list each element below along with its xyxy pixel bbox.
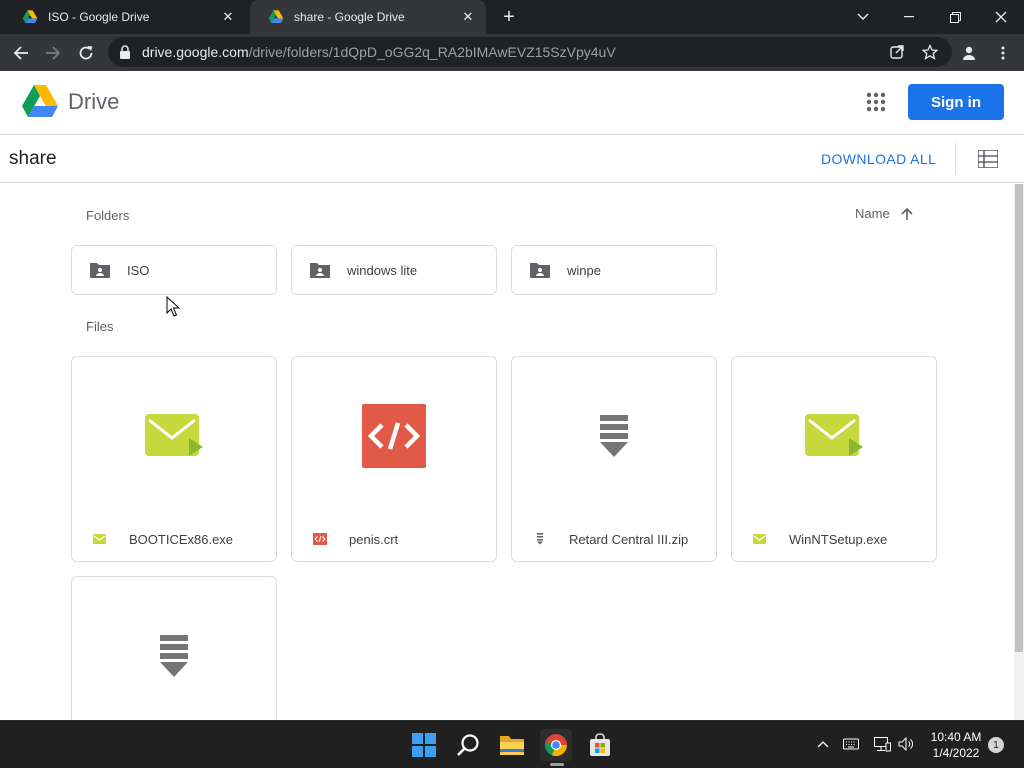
tab-share-google-drive[interactable]: share - Google Drive ✕ [250,0,486,34]
archive-file-icon [160,635,188,677]
google-drive-favicon-icon [22,10,38,23]
toolbar-divider [955,143,956,175]
tab-search-chevron-icon[interactable] [840,0,886,34]
file-name: penis.crt [349,531,399,547]
shared-folder-icon [310,263,330,278]
file-thumbnail [292,357,496,515]
tab-close-icon[interactable]: ✕ [220,9,236,25]
file-thumbnail [512,357,716,515]
file-card-penis-crt[interactable]: penis.crt [291,356,497,562]
minimize-icon[interactable] [886,0,932,34]
profile-icon[interactable] [956,40,982,66]
chrome-taskbar-icon[interactable] [540,729,572,761]
windows-start-icon[interactable] [408,729,440,761]
browser-toolbar: drive.google.com/drive/folders/1dQpD_oGG… [0,34,1024,71]
sign-in-button[interactable]: Sign in [908,84,1004,120]
url-host: drive.google.com [142,44,249,60]
scrollbar-thumb[interactable] [1015,184,1023,652]
file-name: WinNTSetup.exe [789,531,888,547]
windows-taskbar: 10:40 AM 1/4/2022 1 [0,720,1024,768]
file-meta: BOOTICEx86.exe [72,517,276,561]
file-thumbnail [72,577,276,720]
google-apps-grid-icon[interactable] [864,90,888,114]
active-app-indicator [550,763,564,766]
reload-icon[interactable] [73,40,99,66]
file-browser-content: Folders Name ISO windows lite winpe File… [0,184,1014,720]
new-tab-plus-icon[interactable]: + [500,7,518,27]
folder-title: share [9,148,57,169]
file-thumbnail [732,357,936,515]
folder-name: ISO [127,262,150,278]
code-file-icon [362,404,426,468]
folder-name: winpe [567,262,601,278]
file-card-booticex86-exe[interactable]: BOOTICEx86.exe [71,356,277,562]
address-bar[interactable]: drive.google.com/drive/folders/1dQpD_oGG… [108,37,952,67]
lock-icon [120,45,130,59]
file-meta: penis.crt [292,517,496,561]
volume-icon[interactable] [897,735,915,753]
vertical-scrollbar[interactable] [1014,184,1024,720]
code-small-icon [313,533,327,545]
folder-card-winpe[interactable]: winpe [511,245,717,295]
folder-card-iso[interactable]: ISO [71,245,277,295]
folder-name: windows lite [347,262,418,278]
google-drive-logo-icon[interactable] [22,85,58,117]
list-view-icon[interactable] [978,150,998,168]
share-page-icon[interactable] [889,44,905,60]
file-explorer-icon[interactable] [496,729,528,761]
mouse-pointer-icon [166,296,180,317]
file-name: BOOTICEx86.exe [129,531,234,547]
tab-close-icon[interactable]: ✕ [460,9,476,25]
folders-section-label: Folders [86,208,130,223]
shared-folder-icon [90,263,110,278]
drive-header: Drive Sign in [0,71,1024,135]
executable-file-icon [805,414,863,456]
executable-file-icon [145,414,203,456]
arrow-up-icon [901,207,913,220]
executable-small-icon [93,534,106,544]
folder-card-windows-lite[interactable]: windows lite [291,245,497,295]
archive-small-icon [537,533,543,545]
download-all-button[interactable]: DOWNLOAD ALL [821,151,936,167]
browser-tab-strip: ISO - Google Drive ✕ share - Google Driv… [0,0,1024,34]
files-section-label: Files [86,319,114,334]
tab-iso-google-drive[interactable]: ISO - Google Drive ✕ [4,0,246,34]
archive-file-icon [600,415,628,457]
shared-folder-icon [530,263,550,278]
browser-menu-icon[interactable] [990,40,1016,66]
file-card-archive[interactable] [71,576,277,720]
back-arrow-icon[interactable] [8,40,34,66]
executable-small-icon [753,534,766,544]
notification-count-badge[interactable]: 1 [988,737,1004,753]
file-card-retard-central-iii-zip[interactable]: Retard Central III.zip [511,356,717,562]
network-icon[interactable] [873,735,891,753]
taskbar-clock[interactable]: 10:40 AM 1/4/2022 [924,729,988,761]
microsoft-store-icon[interactable] [584,729,616,761]
drive-brand-text[interactable]: Drive [68,89,119,115]
file-meta: WinNTSetup.exe [732,517,936,561]
tab-title: ISO - Google Drive [48,10,150,24]
window-close-icon[interactable] [978,0,1024,34]
url-path: /drive/folders/1dQpD_oGG2q_RA2bIMAwEVZ15… [248,44,616,60]
file-name: Retard Central III.zip [569,531,689,547]
sort-by-name-button[interactable]: Name [855,206,914,221]
forward-arrow-icon[interactable] [40,40,66,66]
file-meta: Retard Central III.zip [512,517,716,561]
keyboard-icon[interactable] [842,735,860,753]
file-card-winntsetup-exe[interactable]: WinNTSetup.exe [731,356,937,562]
clock-date: 1/4/2022 [932,746,980,760]
sort-label: Name [855,206,890,221]
url-text: drive.google.com/drive/folders/1dQpD_oGG… [142,44,616,60]
bookmark-star-icon[interactable] [922,44,938,60]
tab-title: share - Google Drive [294,10,405,24]
folder-toolbar: share DOWNLOAD ALL [0,135,1024,183]
search-icon[interactable] [452,729,484,761]
show-hidden-icons-chevron-icon[interactable] [814,735,832,753]
google-drive-favicon-icon [268,10,284,23]
clock-time: 10:40 AM [930,730,982,744]
file-thumbnail [72,357,276,515]
restore-icon[interactable] [932,0,978,34]
